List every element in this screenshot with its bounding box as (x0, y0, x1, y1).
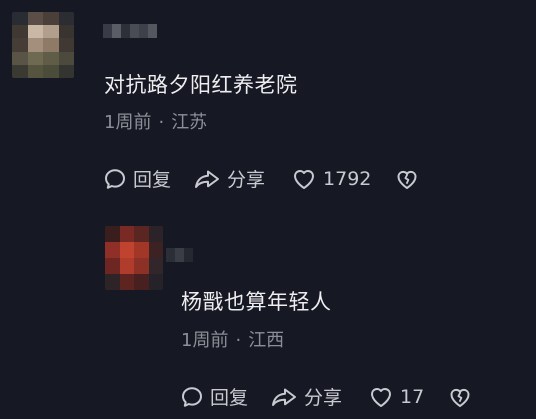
comment-location: 江西 (248, 330, 285, 351)
like-button[interactable]: 1792 (291, 167, 371, 191)
share-button[interactable]: 分享 (193, 165, 265, 192)
dislike-button[interactable] (448, 385, 472, 409)
comment-bubble-icon (103, 167, 127, 191)
comment-text: 对抗路夕阳红养老院 (104, 73, 298, 97)
avatar-image (105, 226, 163, 290)
heart-icon (368, 385, 394, 409)
heart-icon (291, 167, 317, 191)
comment-text: 杨戬也算年轻人 (181, 290, 332, 314)
share-arrow-icon (193, 167, 221, 191)
reply-label: 回复 (133, 169, 172, 191)
like-count: 17 (400, 385, 425, 408)
comment-time: 1周前 (181, 330, 229, 351)
like-button[interactable]: 17 (368, 385, 424, 409)
broken-heart-icon (395, 167, 419, 191)
comment-bubble-icon (180, 385, 204, 409)
share-label: 分享 (304, 387, 343, 409)
comment-location: 江苏 (171, 112, 208, 133)
share-button[interactable]: 分享 (270, 383, 342, 410)
share-arrow-icon (270, 385, 298, 409)
username-blurred[interactable] (166, 248, 193, 262)
reply-button[interactable]: 回复 (103, 165, 171, 192)
dislike-button[interactable] (395, 167, 419, 191)
comment-meta: 1周前 · 江苏 (104, 108, 207, 134)
avatar[interactable] (12, 12, 74, 78)
reply-label: 回复 (210, 387, 249, 409)
comment-meta: 1周前 · 江西 (181, 326, 284, 352)
avatar-image (12, 12, 74, 78)
comment-time: 1周前 (104, 112, 152, 133)
broken-heart-icon (448, 385, 472, 409)
comment-actions: 回复 分享 17 (180, 383, 472, 410)
avatar[interactable] (105, 226, 163, 290)
share-label: 分享 (227, 169, 266, 191)
meta-separator: · (158, 112, 165, 133)
reply-button[interactable]: 回复 (180, 383, 248, 410)
username-blurred[interactable] (103, 24, 157, 38)
comment-actions: 回复 分享 1792 (103, 165, 419, 192)
meta-separator: · (235, 330, 242, 351)
like-count: 1792 (323, 167, 372, 190)
